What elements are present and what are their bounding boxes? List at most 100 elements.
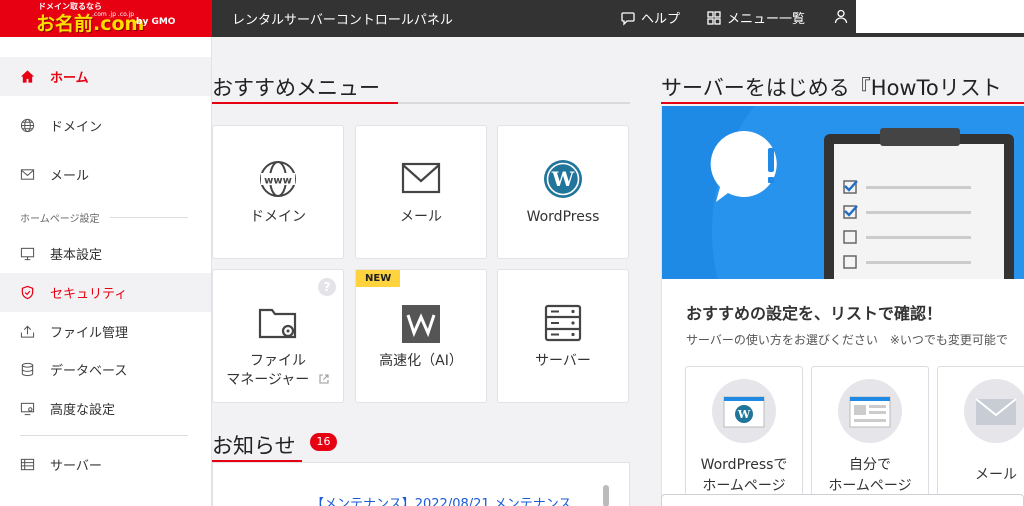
- card-label: WordPressで ホームページ: [686, 455, 802, 497]
- floating-panel-edge: [661, 494, 1024, 506]
- wordpress-icon: W: [544, 160, 582, 198]
- webpage-layout-icon: [849, 396, 891, 428]
- tile-file-manager[interactable]: ? ファイル マネージャー: [212, 269, 344, 403]
- recommended-title: おすすめメニュー: [212, 76, 380, 100]
- chat-help-icon: [621, 11, 635, 26]
- homepage-settings-section: ホームページ設定: [20, 210, 188, 225]
- help-question-icon[interactable]: ?: [318, 278, 336, 296]
- envelope-icon: [401, 162, 441, 194]
- sidebar-item-server[interactable]: サーバー: [0, 445, 211, 484]
- wordpress-browser-icon: W: [723, 396, 765, 428]
- card-label-line1: メール: [975, 467, 1017, 483]
- sidebar-item-label: 高度な設定: [50, 403, 116, 418]
- tile-label-line2: マネージャー: [213, 371, 343, 390]
- external-link-icon: [319, 374, 329, 384]
- envelope-icon: [20, 169, 35, 180]
- menu-list-label: メニュー一覧: [727, 12, 806, 27]
- howto-subtext: サーバーの使い方をお選びください ※いつでも変更可能で: [686, 333, 1008, 347]
- news-title: お知らせ: [212, 434, 296, 458]
- database-icon: [21, 362, 34, 377]
- grid-icon: [707, 10, 721, 25]
- help-link[interactable]: ヘルプ: [620, 8, 680, 27]
- tile-domain[interactable]: www ドメイン: [212, 125, 344, 259]
- howto-heading: おすすめの設定を、リストで確認！: [686, 304, 943, 323]
- sidebar-item-label: メール: [50, 169, 90, 184]
- tile-wordpress[interactable]: W WordPress: [497, 125, 629, 259]
- card-label: メール: [938, 465, 1024, 486]
- tile-mail[interactable]: メール: [355, 125, 487, 259]
- sidebar-item-label: データベース: [50, 364, 128, 379]
- sidebar-item-label: ドメイン: [50, 120, 103, 135]
- recommended-title-underline: [212, 102, 630, 104]
- envelope-icon: [975, 398, 1017, 425]
- app-title: レンタルサーバーコントロールパネル: [232, 13, 453, 28]
- checklist-illustration: [710, 106, 1024, 279]
- news-scrollbar[interactable]: [603, 485, 609, 506]
- sidebar-item-home[interactable]: ホーム: [0, 57, 211, 96]
- card-icon-circle: [838, 379, 902, 443]
- sidebar-item-label: ファイル管理: [50, 326, 129, 341]
- logo-gmo: by GMO: [136, 17, 176, 27]
- sidebar-divider: [20, 435, 188, 436]
- speed-w-icon: [402, 305, 440, 343]
- tile-label: サーバー: [535, 353, 591, 369]
- sidebar-item-file-management[interactable]: ファイル管理: [0, 312, 211, 351]
- top-header: ドメイン取るなら お名前.com .com .jp .co.jp by GMO …: [0, 0, 1024, 37]
- svg-text:W: W: [551, 167, 575, 191]
- howto-card-wordpress[interactable]: W WordPressで ホームページ: [685, 366, 803, 506]
- onamae-logo[interactable]: ドメイン取るなら お名前.com .com .jp .co.jp by GMO: [0, 0, 212, 37]
- menu-list-link[interactable]: メニュー一覧: [706, 8, 805, 27]
- list-panel-icon: [20, 458, 35, 471]
- home-icon: [20, 70, 35, 83]
- howto-card-mail[interactable]: メール: [937, 366, 1024, 506]
- monitor-icon: [20, 247, 35, 261]
- shield-icon: [21, 285, 34, 300]
- tile-server[interactable]: サーバー: [497, 269, 629, 403]
- sidebar-item-database[interactable]: データベース: [0, 350, 211, 389]
- howto-title: サーバーをはじめる『HowToリスト: [661, 76, 1002, 100]
- tile-label: WordPress: [526, 209, 600, 225]
- news-count-badge: 16: [310, 433, 337, 451]
- card-icon-circle: [964, 379, 1024, 443]
- card-label-line1: WordPressで: [700, 457, 788, 473]
- tile-label-line1: ファイル: [250, 353, 306, 369]
- folder-gear-icon: [258, 308, 297, 339]
- sidebar-item-security[interactable]: セキュリティ: [0, 273, 211, 312]
- tile-speed-ai[interactable]: NEW 高速化（AI）: [355, 269, 487, 403]
- tile-label-text: マネージャー: [226, 372, 310, 388]
- tile-label: メール: [400, 209, 442, 225]
- card-label: 自分で ホームページ: [812, 455, 928, 497]
- news-item-link[interactable]: 【メンテナンス】2022/08/21 メンテナンス: [311, 493, 572, 506]
- card-label-line1: 自分で: [849, 457, 891, 473]
- sidebar-item-basic-settings[interactable]: 基本設定: [0, 234, 211, 273]
- sidebar-item-mail[interactable]: メール: [0, 155, 211, 194]
- sidebar-item-domain[interactable]: ドメイン: [0, 106, 211, 145]
- howto-banner[interactable]: [662, 106, 1024, 279]
- sidebar-item-label: 基本設定: [50, 248, 103, 263]
- howto-card-own-site[interactable]: 自分で ホームページ: [811, 366, 929, 506]
- upload-icon: [20, 325, 35, 338]
- server-icon: [544, 304, 582, 342]
- card-icon-circle: W: [712, 379, 776, 443]
- svg-text:W: W: [737, 408, 751, 421]
- howto-panel: おすすめの設定を、リストで確認！ サーバーの使い方をお選びください ※いつでも変…: [661, 106, 1024, 506]
- svg-text:www: www: [264, 176, 292, 187]
- www-globe-icon: www: [260, 161, 296, 197]
- tile-label: ドメイン: [250, 209, 306, 225]
- tile-label: 高速化（AI）: [379, 353, 463, 369]
- user-icon: [834, 9, 848, 24]
- howto-title-underline: [661, 102, 1024, 104]
- header-search-area: [856, 0, 1024, 33]
- new-badge: NEW: [356, 270, 401, 287]
- sidebar-item-advanced-settings[interactable]: 高度な設定: [0, 389, 211, 428]
- monitor-gear-icon: [20, 402, 35, 416]
- help-label: ヘルプ: [641, 12, 681, 27]
- sidebar: ホーム ドメイン メール ホームページ設定 基本設定 セキュリティ ファイル管理: [0, 37, 212, 506]
- sidebar-item-label: サーバー: [50, 459, 102, 474]
- user-menu-button[interactable]: [833, 8, 849, 24]
- logo-domains: .com .jp .co.jp: [92, 11, 135, 18]
- section-label: ホームページ設定: [20, 214, 100, 225]
- globe-icon: [20, 118, 35, 133]
- sidebar-item-label: ホーム: [50, 71, 89, 86]
- sidebar-item-label: セキュリティ: [50, 287, 128, 302]
